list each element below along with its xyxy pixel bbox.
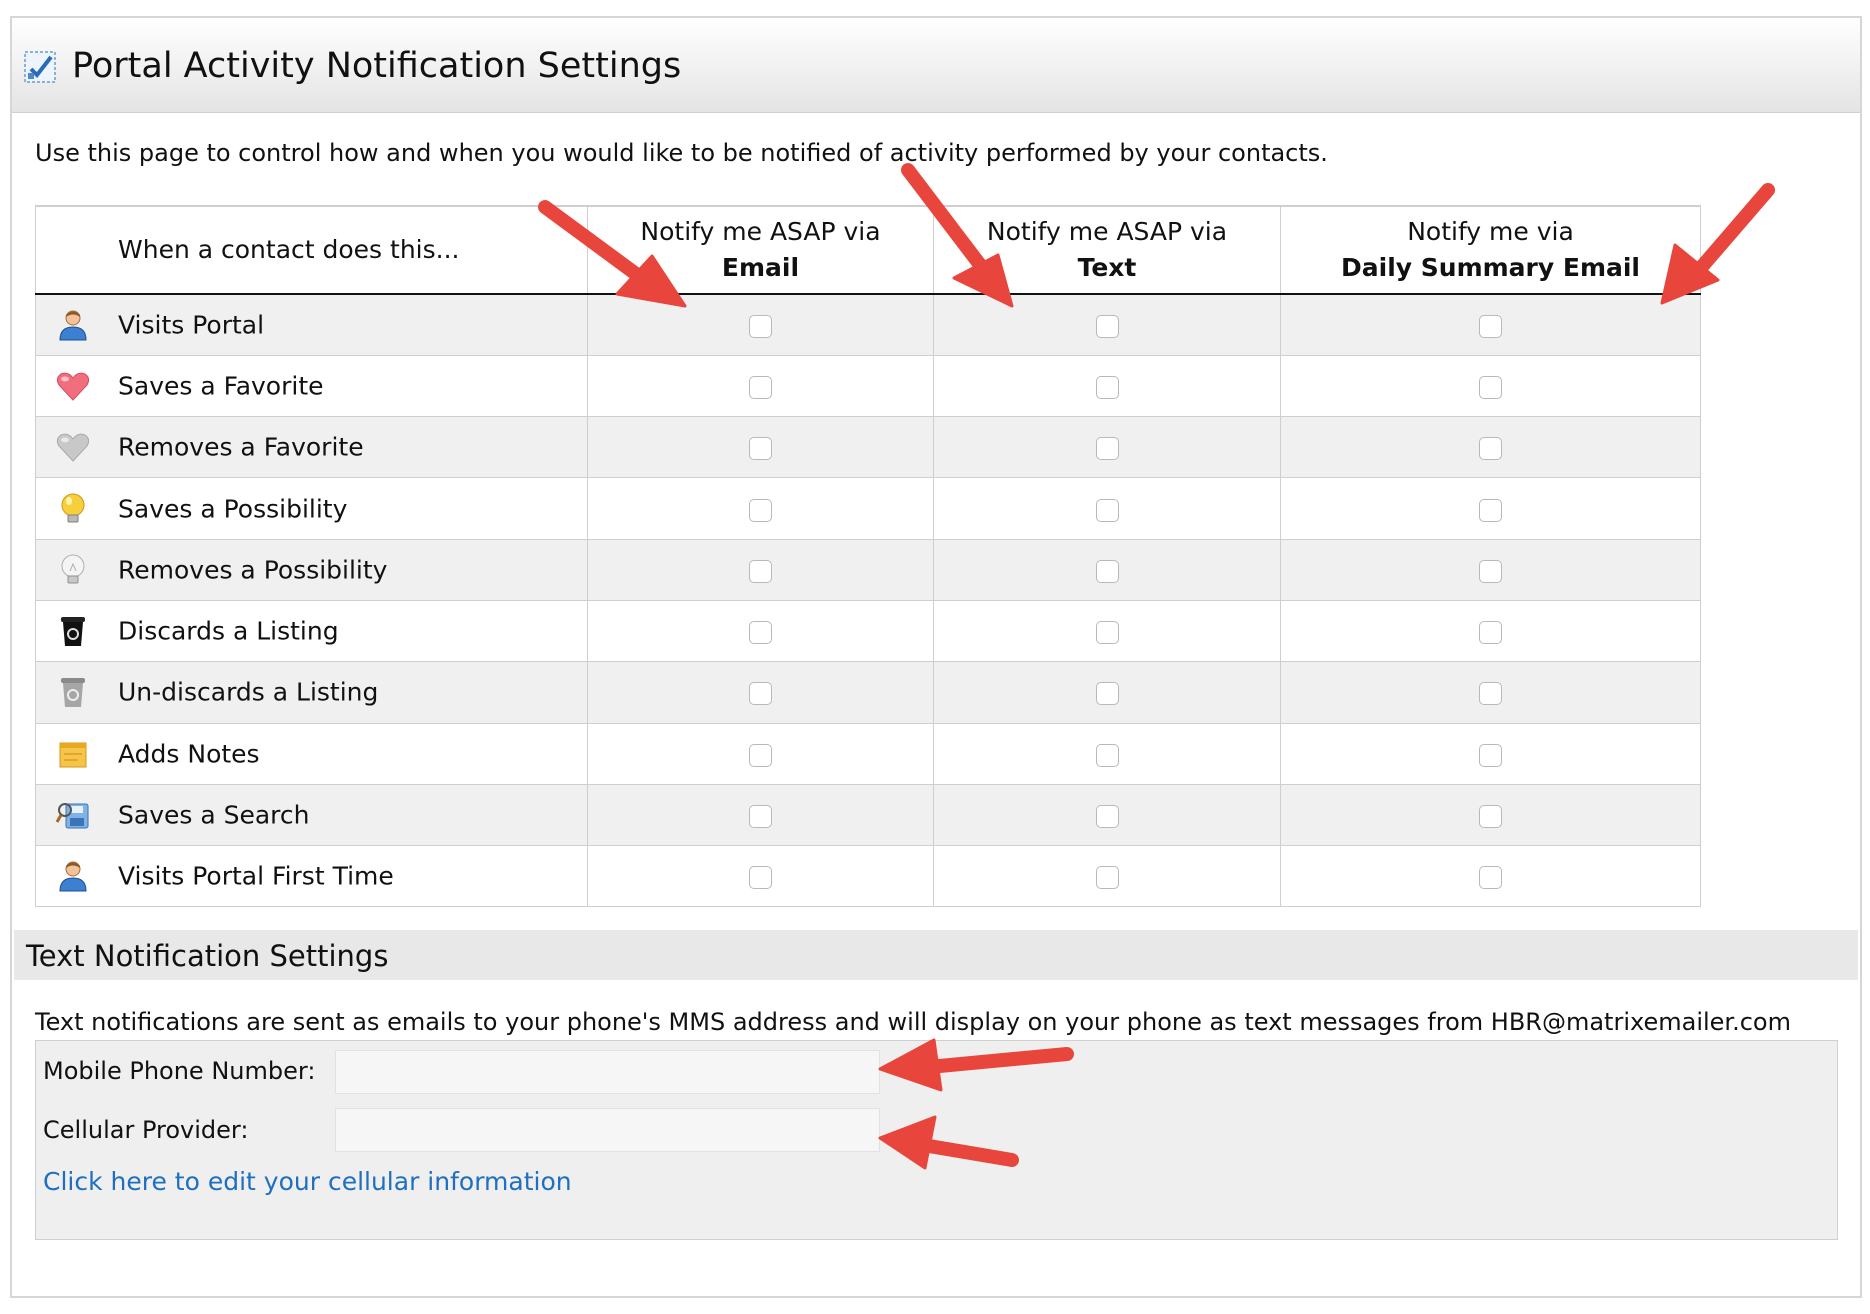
activity-cell: Un-discards a Listing (35, 661, 588, 724)
activity-column-header: When a contact does this... (35, 205, 588, 295)
activity-label: Visits Portal (118, 310, 265, 340)
adds-notes-email-checkbox[interactable] (749, 743, 772, 767)
intro-text: Use this page to control how and when yo… (35, 139, 1328, 167)
saves-favorite-email-checkbox[interactable] (749, 375, 772, 399)
text-column-line2: Text (1077, 253, 1137, 282)
email-column-header: Notify me ASAP via Email (587, 205, 934, 295)
first-visit-text-checkbox[interactable] (1095, 866, 1119, 890)
activity-cell: Visits Portal (35, 294, 588, 356)
lightbulb-off-icon (61, 554, 85, 584)
activity-cell: Saves a Favorite (35, 355, 588, 418)
save-search-icon (55, 803, 89, 829)
activity-label: Un-discards a Listing (118, 677, 379, 707)
activity-cell: Removes a Favorite (35, 416, 588, 479)
visits-portal-text-checkbox[interactable] (1095, 314, 1119, 338)
activity-cell: Visits Portal First Time (35, 845, 588, 908)
text-column-line1: Notify me ASAP via (986, 217, 1228, 246)
removes-possibility-text-checkbox[interactable] (1095, 559, 1119, 583)
text-column-header: Notify me ASAP via Text (933, 205, 1281, 295)
activity-cell: Saves a Possibility (35, 477, 588, 540)
text-settings-note: Text notifications are sent as emails to… (35, 1008, 1791, 1036)
heart-red-icon (56, 372, 90, 401)
visits-portal-email-checkbox[interactable] (749, 314, 772, 338)
activity-cell: Adds Notes (35, 723, 588, 785)
removes-favorite-daily-checkbox[interactable] (1479, 437, 1502, 461)
notification-table: When a contact does this... Notify me AS… (35, 205, 1701, 908)
table-row: Discards a Listing (35, 600, 1701, 663)
first-visit-email-checkbox[interactable] (749, 866, 772, 890)
activity-label: Removes a Possibility (118, 555, 388, 585)
activity-cell: Removes a Possibility (35, 539, 588, 601)
heart-gray-icon (56, 433, 90, 462)
undiscards-listing-text-checkbox[interactable] (1095, 682, 1119, 706)
daily-column-line2: Daily Summary Email (1341, 253, 1640, 282)
removes-possibility-daily-checkbox[interactable] (1479, 559, 1502, 583)
recycle-bin-gray-icon (61, 678, 85, 708)
table-row: Saves a Search (35, 784, 1701, 847)
table-row: Un-discards a Listing (35, 661, 1701, 724)
table-row: Removes a Favorite (35, 416, 1701, 479)
saves-possibility-text-checkbox[interactable] (1095, 498, 1119, 522)
settings-checklist-icon (24, 51, 56, 83)
saves-possibility-email-checkbox[interactable] (749, 498, 772, 522)
saves-favorite-text-checkbox[interactable] (1095, 375, 1119, 399)
saves-search-daily-checkbox[interactable] (1479, 805, 1502, 829)
activity-label: Saves a Favorite (118, 371, 324, 401)
table-row: Saves a Possibility (35, 477, 1701, 540)
person-icon (59, 861, 87, 892)
table-row: Removes a Possibility (35, 539, 1701, 601)
adds-notes-daily-checkbox[interactable] (1479, 743, 1502, 767)
page-title: Portal Activity Notification Settings (72, 46, 682, 86)
activity-label: Adds Notes (118, 739, 260, 769)
discards-listing-email-checkbox[interactable] (749, 621, 772, 645)
email-column-line1: Notify me ASAP via (640, 217, 881, 246)
saves-search-text-checkbox[interactable] (1095, 805, 1119, 829)
undiscards-listing-email-checkbox[interactable] (749, 682, 772, 706)
first-visit-daily-checkbox[interactable] (1479, 866, 1502, 890)
removes-possibility-email-checkbox[interactable] (749, 559, 772, 583)
table-header-row: When a contact does this... Notify me AS… (35, 205, 1701, 295)
saves-possibility-daily-checkbox[interactable] (1479, 498, 1502, 522)
discards-listing-daily-checkbox[interactable] (1479, 621, 1502, 645)
note-icon (59, 742, 87, 768)
daily-column-line1: Notify me via (1407, 217, 1574, 246)
saves-search-email-checkbox[interactable] (749, 805, 772, 829)
daily-column-header: Notify me via Daily Summary Email (1280, 205, 1701, 295)
table-row: Adds Notes (35, 723, 1701, 785)
activity-label: Visits Portal First Time (118, 861, 394, 891)
saves-favorite-daily-checkbox[interactable] (1479, 375, 1502, 399)
email-column-line2: Email (721, 253, 800, 282)
recycle-bin-black-icon (61, 617, 85, 647)
removes-favorite-email-checkbox[interactable] (749, 437, 772, 461)
mobile-phone-input[interactable] (335, 1050, 880, 1094)
adds-notes-text-checkbox[interactable] (1095, 743, 1119, 767)
person-icon (59, 310, 87, 341)
activity-label: Saves a Search (118, 800, 310, 830)
undiscards-listing-daily-checkbox[interactable] (1479, 682, 1502, 706)
table-row: Visits Portal (35, 294, 1701, 356)
activity-label: Saves a Possibility (118, 494, 348, 524)
removes-favorite-text-checkbox[interactable] (1095, 437, 1119, 461)
mobile-phone-label: Mobile Phone Number: (43, 1057, 316, 1085)
activity-cell: Discards a Listing (35, 600, 588, 663)
cellular-provider-input[interactable] (335, 1108, 880, 1152)
visits-portal-daily-checkbox[interactable] (1479, 314, 1502, 338)
activity-cell: Saves a Search (35, 784, 588, 847)
table-row: Visits Portal First Time (35, 845, 1701, 908)
activity-label: Discards a Listing (118, 616, 339, 646)
lightbulb-on-icon (61, 493, 85, 523)
edit-cellular-info-link[interactable]: Click here to edit your cellular informa… (43, 1165, 572, 1199)
activity-label: Removes a Favorite (118, 432, 364, 462)
cellular-provider-label: Cellular Provider: (43, 1116, 249, 1144)
table-row: Saves a Favorite (35, 355, 1701, 418)
text-settings-title: Text Notification Settings (26, 939, 389, 973)
discards-listing-text-checkbox[interactable] (1095, 621, 1119, 645)
